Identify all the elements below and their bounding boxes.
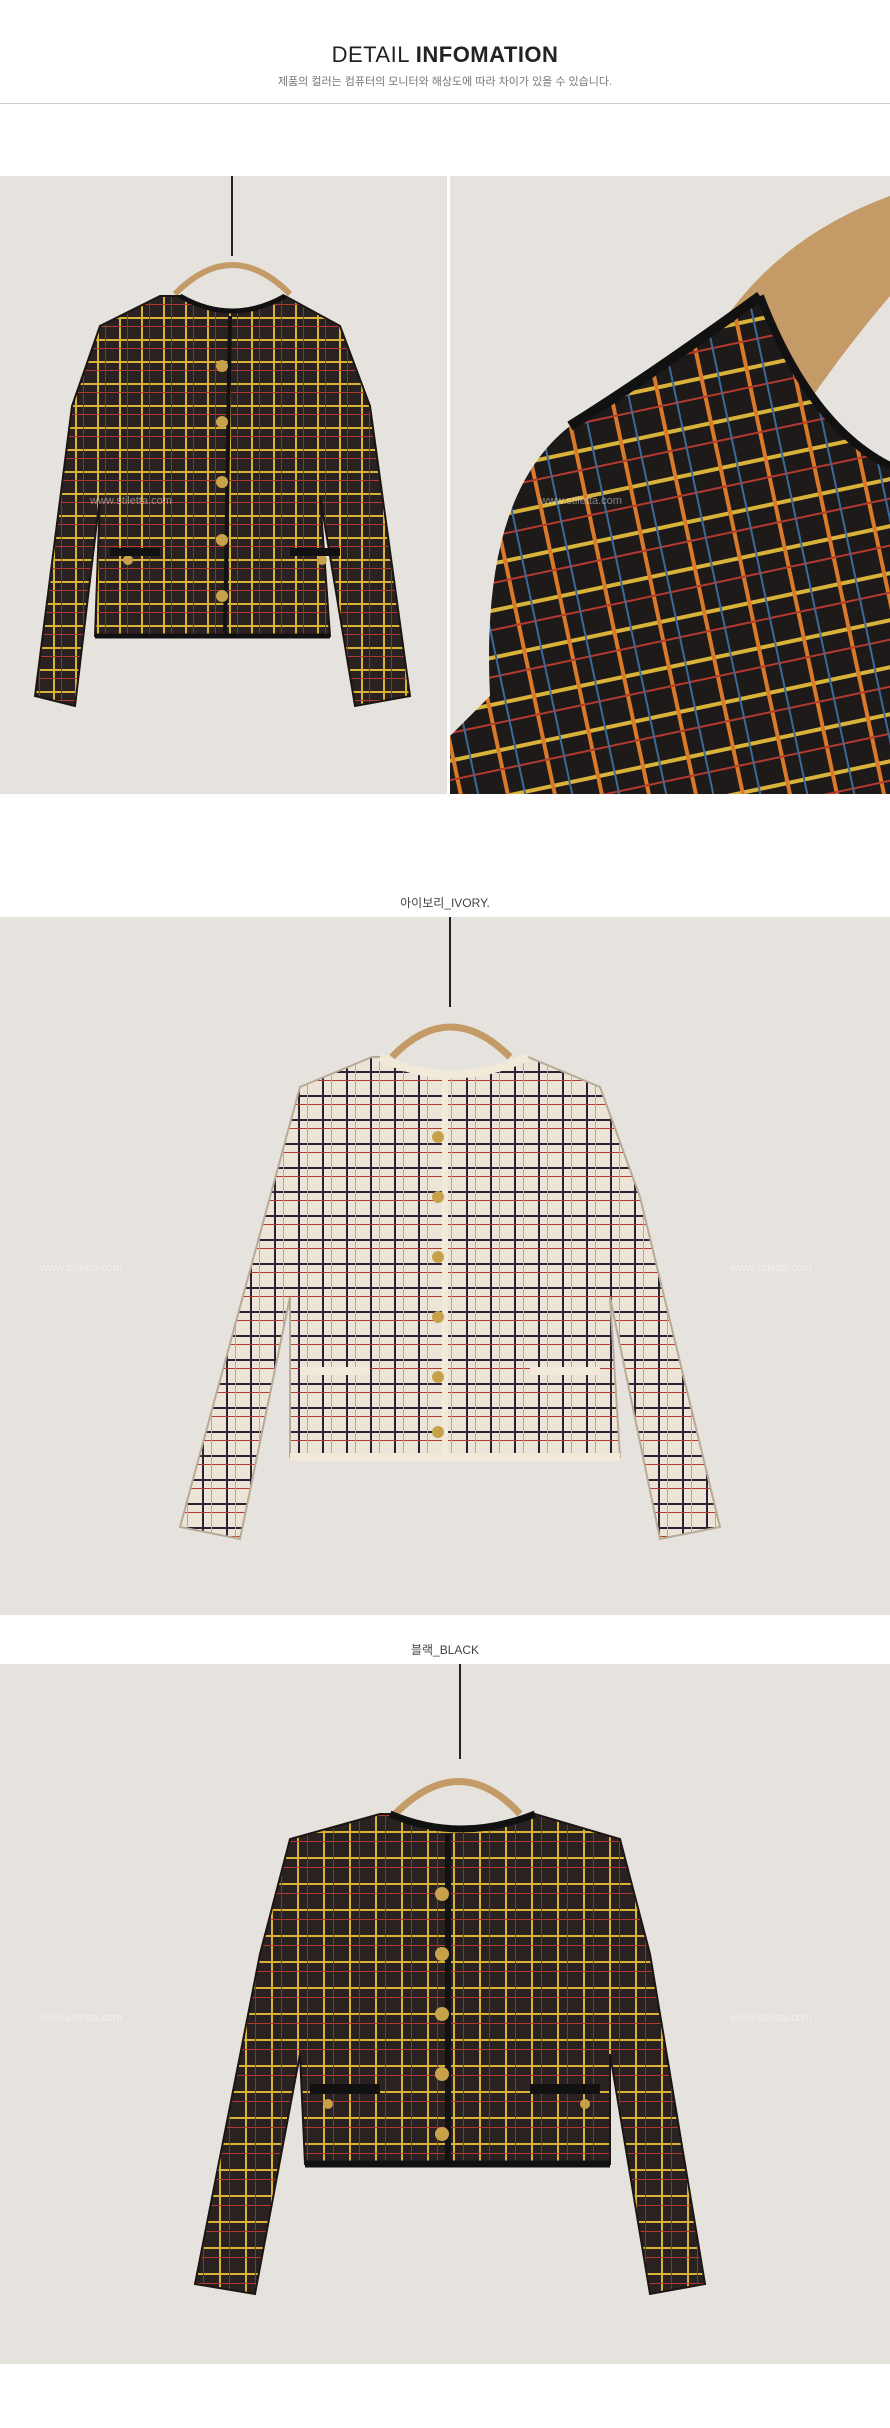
page-title: DETAIL INFOMATION [0,42,890,68]
product-photo-fabric-closeup [450,176,890,794]
watermark-row-1: www.stiletta.com [90,495,172,507]
color-label-ivory: 아이보리_IVORY. [400,896,490,910]
watermark-row-3b: www.stiletta.com [730,2012,812,2024]
watermark-row-2b: www.stiletta.com [730,1262,812,1274]
watermark-row-1b: www.stiletta.com [540,495,622,507]
title-light: DETAIL [331,42,416,67]
watermark-row-3: www.stiletta.com [40,2012,122,2024]
watermark-row-2: www.stiletta.com [40,1262,122,1274]
color-disclaimer: 제품의 컬러는 컴퓨터의 모니터와 해상도에 따라 차이가 있을 수 있습니다. [277,76,613,88]
divider [0,103,890,104]
title-bold: INFOMATION [415,42,559,67]
detail-header: DETAIL INFOMATION 제품의 컬러는 컴퓨터의 모니터와 해상도에… [0,0,890,104]
product-photo-black-full [0,176,447,794]
color-label-black: 블랙_BLACK [410,1643,480,1657]
